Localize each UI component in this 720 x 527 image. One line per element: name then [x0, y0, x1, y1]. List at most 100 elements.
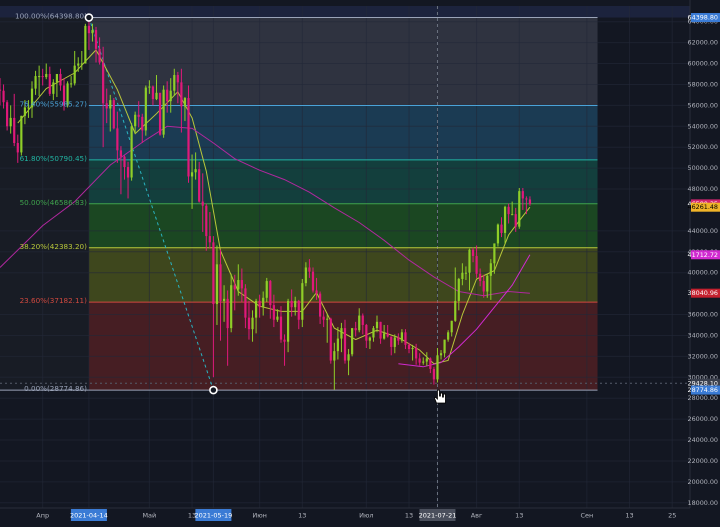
price-tick-label: 48000.00 [688, 185, 719, 193]
candle-body [227, 299, 229, 328]
candle-body [184, 98, 186, 106]
fib-zone-38.20% [89, 248, 598, 302]
fib-anchor-low[interactable] [210, 387, 217, 394]
candle-body [443, 340, 445, 354]
candle-body [102, 62, 104, 103]
candle-body [81, 64, 83, 65]
candle-body [429, 358, 431, 368]
candle-body [148, 87, 150, 88]
candle-body [56, 74, 58, 82]
candle-body [276, 317, 278, 320]
fib-anchor-high[interactable] [85, 14, 92, 21]
price-axis: 64000.0062000.0060000.0058000.0056000.00… [688, 0, 720, 523]
candle-body [283, 340, 285, 342]
chart-canvas[interactable]: 100.00%(64398.80)76.40%(55985.27)61.80%(… [0, 0, 720, 523]
candle-body [401, 332, 403, 340]
candle-body [2, 91, 4, 103]
candle-body [387, 333, 389, 336]
candle-body [426, 358, 428, 361]
price-tick-label: 60000.00 [688, 60, 719, 68]
candle-body [294, 301, 296, 307]
trading-chart[interactable]: 100.00%(64398.80)76.40%(55985.27)61.80%(… [0, 0, 720, 523]
candle-body [326, 319, 328, 320]
candle-body [465, 273, 467, 274]
price-tick-label: 28000.00 [688, 394, 719, 402]
candle-body [493, 243, 495, 263]
candle-body [436, 355, 438, 379]
candle-body [451, 321, 453, 333]
candle-body [219, 264, 221, 301]
candle-body [323, 317, 325, 320]
candle-body [390, 336, 392, 346]
price-badge-label: 64398.80 [688, 14, 719, 22]
candle [6, 100, 8, 130]
candle-body [312, 272, 314, 291]
candle [145, 85, 147, 135]
fib-label-38.20%: 38.20%(42383.20) [20, 242, 88, 251]
candle-body [84, 26, 86, 64]
candle [113, 98, 115, 129]
time-tick-label: 25 [668, 512, 676, 520]
candle-body [305, 267, 307, 283]
candle-body [511, 214, 513, 215]
price-tick-label: 22000.00 [688, 457, 719, 465]
time-tick-label: Июн [252, 512, 267, 520]
candle-body [159, 93, 161, 135]
candle-body [216, 264, 218, 304]
price-tick-label: 40000.00 [688, 269, 719, 277]
time-tick-label: 13 [625, 512, 633, 520]
candle [518, 188, 520, 229]
candle-body [234, 285, 236, 289]
candle-body [116, 128, 118, 150]
candle-body [13, 118, 15, 143]
candle-body [155, 93, 157, 99]
candle-body [529, 199, 531, 203]
time-tick-label: Май [142, 512, 156, 520]
candle-body [454, 301, 456, 321]
candle-body [177, 75, 179, 82]
candle-body [301, 283, 303, 320]
candle [497, 224, 499, 247]
candle-body [34, 76, 36, 89]
candle-body [362, 316, 364, 325]
candle-body [447, 332, 449, 339]
price-tick-label: 24000.00 [688, 436, 719, 444]
candle [84, 24, 86, 64]
candle-body [212, 242, 214, 304]
time-tick-label: 13 [298, 512, 306, 520]
candle-body [202, 202, 204, 206]
candle-body [49, 74, 51, 94]
candle-body [223, 299, 225, 301]
candle-body [404, 332, 406, 345]
candle [163, 85, 165, 137]
candle-body [500, 225, 502, 233]
candle-body [344, 328, 346, 360]
candle-body [479, 274, 481, 281]
candle-body [259, 301, 261, 307]
candle-body [52, 82, 54, 94]
candle-body [319, 294, 321, 317]
fib-zone-76.40% [89, 106, 598, 160]
price-tick-label: 58000.00 [688, 80, 719, 88]
fib-label-100.00%: 100.00%(64398.80) [15, 12, 87, 21]
candle-body [383, 333, 385, 338]
price-tick-label: 32000.00 [688, 352, 719, 360]
candle-body [291, 301, 293, 307]
price-tick-label: 44000.00 [688, 227, 719, 235]
time-highlight-label: 2021-04-14 [70, 512, 108, 520]
time-tick-label: 13 [515, 512, 523, 520]
candle-body [251, 318, 253, 330]
candle-body [70, 83, 72, 84]
candle-body [241, 280, 243, 288]
candle-body [504, 207, 506, 233]
candle-body [340, 328, 342, 338]
candle-body [248, 318, 250, 330]
time-highlight-label: 2021-07-21 [419, 512, 457, 520]
candle-body [376, 322, 378, 328]
candle [330, 318, 332, 364]
candle-body [24, 107, 26, 115]
candle-body [394, 338, 396, 347]
candle-body [433, 369, 435, 379]
fib-label-23.60%: 23.60%(37182.11) [20, 296, 88, 305]
candle-body [351, 328, 353, 354]
